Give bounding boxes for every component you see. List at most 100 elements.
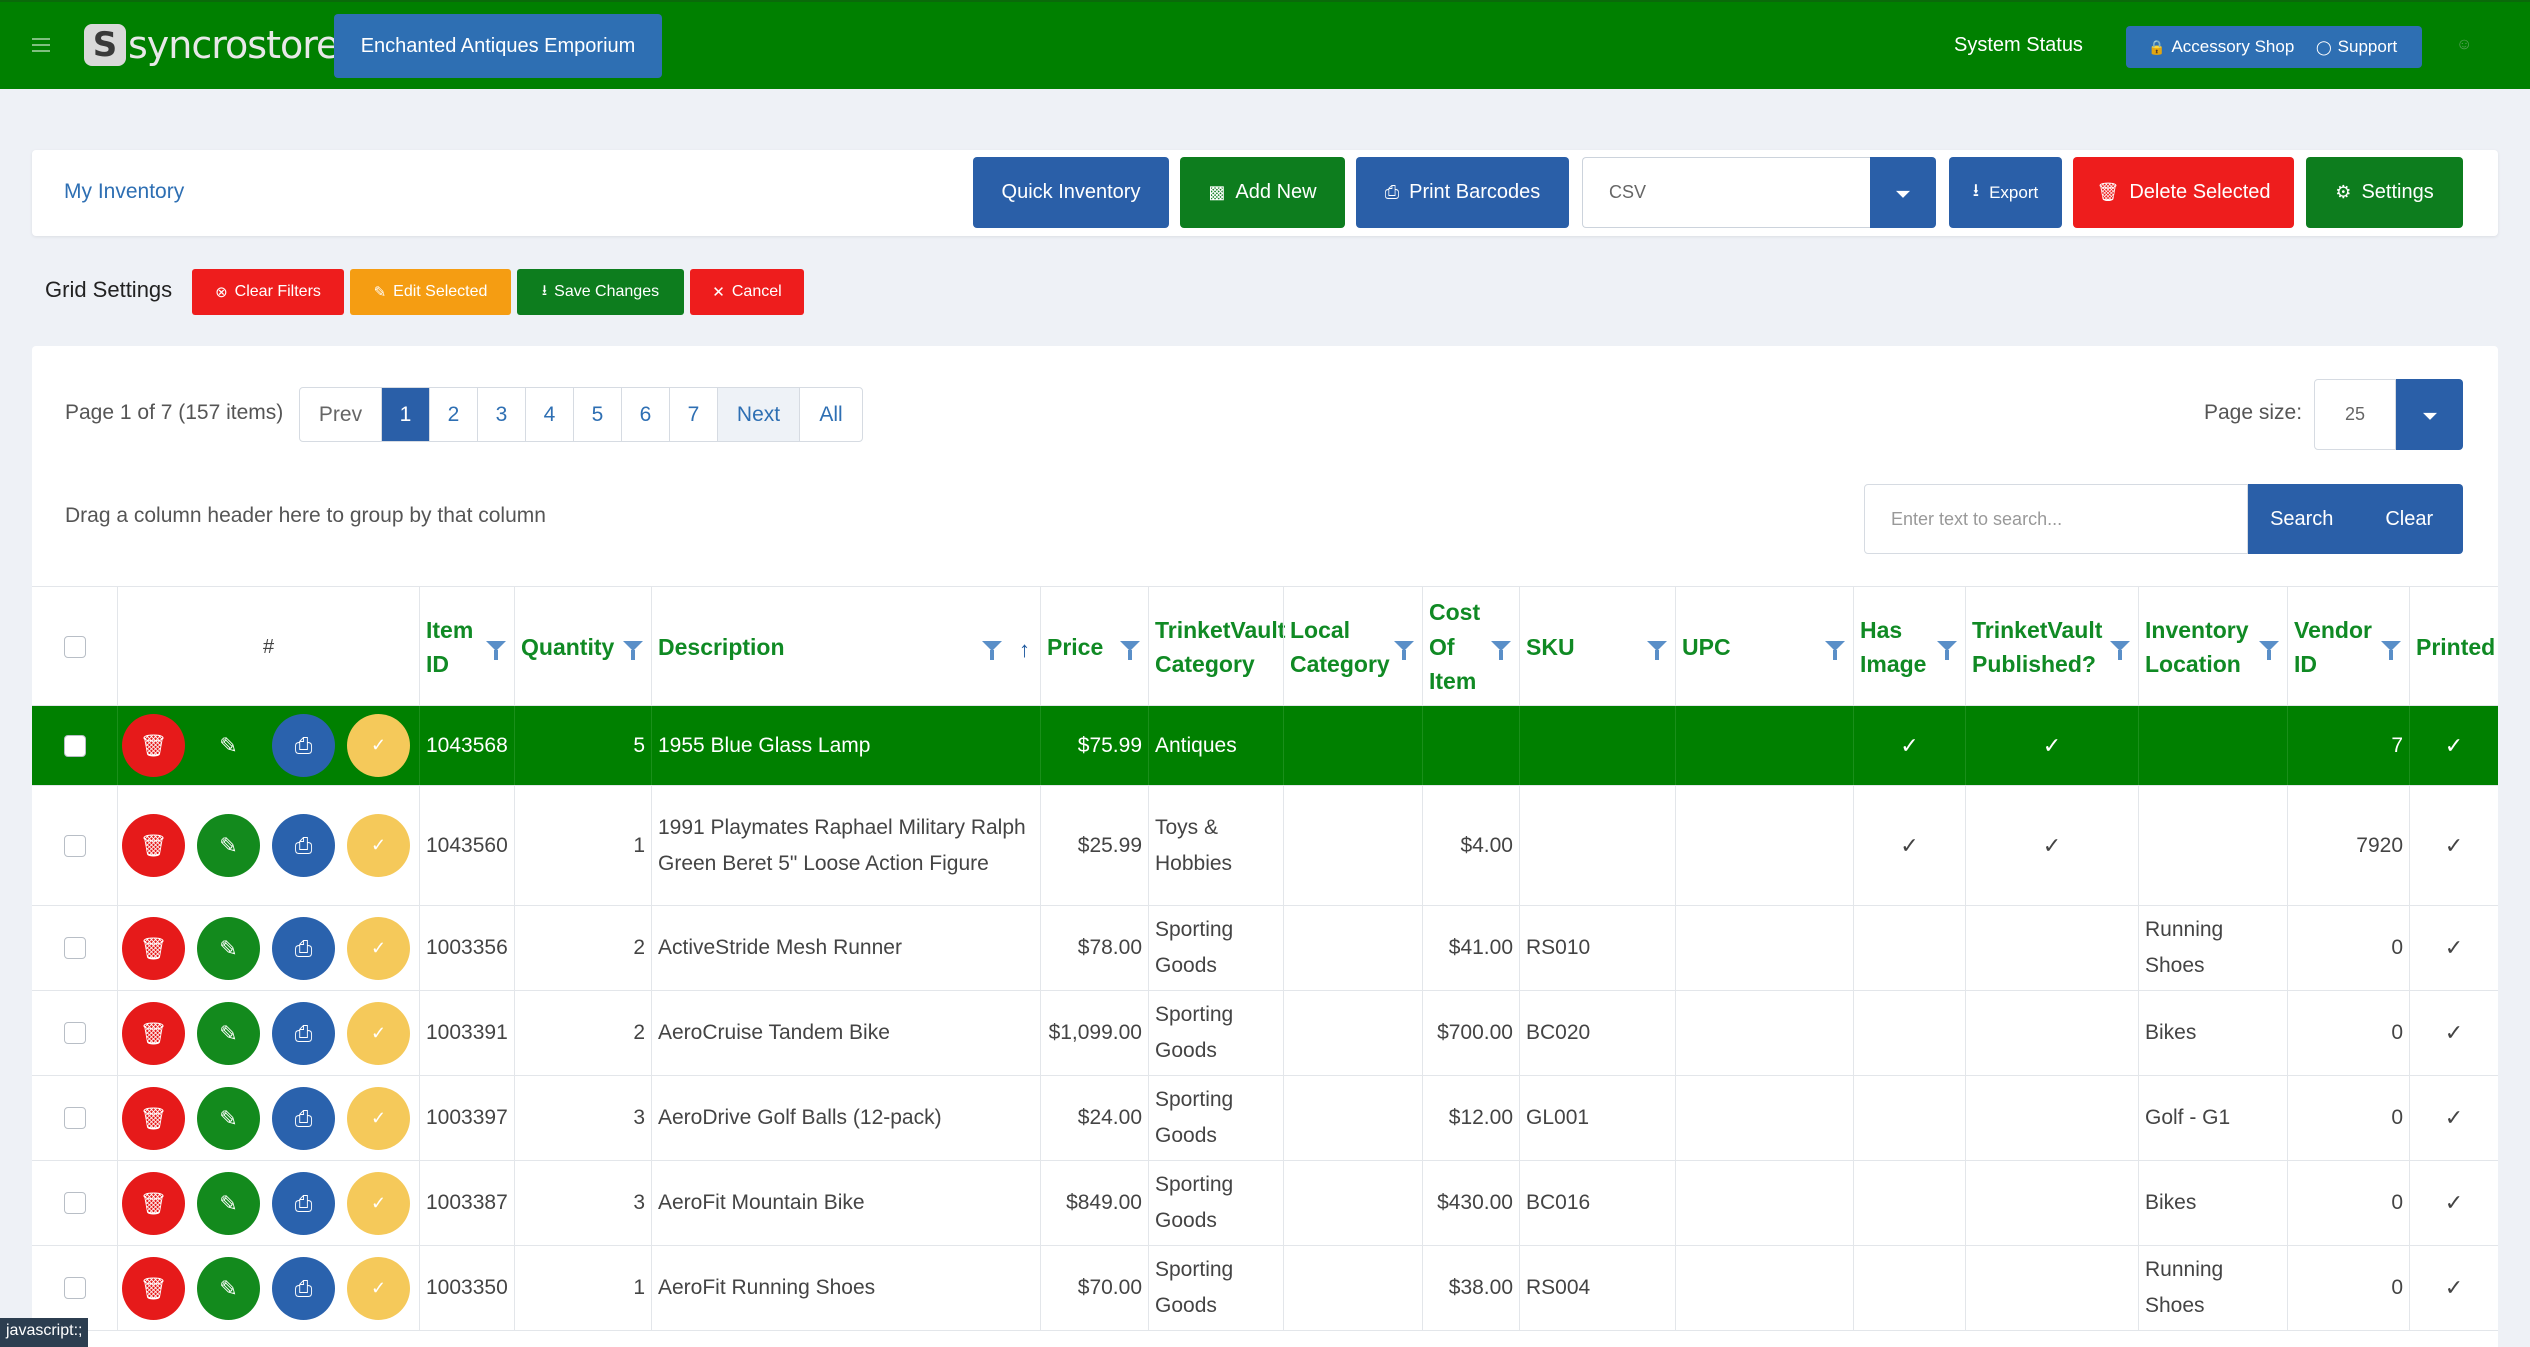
page-button-6[interactable]: 6 (622, 388, 670, 441)
row-edit-button[interactable]: ✎ (197, 714, 260, 777)
cancel-button[interactable]: ✕ Cancel (690, 269, 804, 315)
page-size-dropdown-button[interactable] (2396, 379, 2463, 450)
row-edit-button[interactable]: ✎ (197, 814, 260, 877)
filter-icon[interactable] (1937, 641, 1957, 660)
row-delete-button[interactable]: 🗑 (122, 1002, 185, 1065)
user-icon[interactable]: ☺ (2456, 36, 2472, 54)
row-confirm-button[interactable]: ✓ (347, 1087, 410, 1150)
filter-icon[interactable] (1491, 641, 1511, 660)
column-header-local-category[interactable]: Local Category (1283, 587, 1422, 707)
select-all-checkbox[interactable] (63, 636, 86, 658)
system-status-link[interactable]: System Status (1954, 34, 2083, 57)
filter-icon[interactable] (2110, 641, 2130, 660)
page-button-2[interactable]: 2 (430, 388, 478, 441)
save-changes-button[interactable]: ⭳ Save Changes (517, 269, 684, 315)
filter-icon[interactable] (1825, 641, 1845, 660)
row-confirm-button[interactable]: ✓ (347, 917, 410, 980)
column-header-cost[interactable]: Cost Of Item (1422, 587, 1519, 707)
table-row[interactable]: 🗑 ✎ ⎙ ✓ 1043560 1 1991 Playmates Raphael… (32, 786, 2498, 906)
row-delete-button[interactable]: 🗑 (122, 1257, 185, 1320)
row-confirm-button[interactable]: ✓ (347, 1002, 410, 1065)
row-print-button[interactable]: ⎙ (272, 814, 335, 877)
column-header-upc[interactable]: UPC (1675, 587, 1853, 707)
page-button-3[interactable]: 3 (478, 388, 526, 441)
column-header-inventory-location[interactable]: Inventory Location (2138, 587, 2287, 707)
filter-icon[interactable] (1394, 641, 1414, 660)
row-edit-button[interactable]: ✎ (197, 1087, 260, 1150)
prev-page-button[interactable]: Prev (300, 388, 382, 441)
edit-selected-button[interactable]: ✎ Edit Selected (350, 269, 511, 315)
row-confirm-button[interactable]: ✓ (347, 1172, 410, 1235)
row-print-button[interactable]: ⎙ (272, 917, 335, 980)
row-delete-button[interactable]: 🗑 (122, 1087, 185, 1150)
row-confirm-button[interactable]: ✓ (347, 1257, 410, 1320)
row-delete-button[interactable]: 🗑 (122, 1172, 185, 1235)
row-confirm-button[interactable]: ✓ (347, 714, 410, 777)
column-header-trinketvault-category[interactable]: TrinketVault Category (1148, 587, 1285, 707)
row-checkbox[interactable] (63, 1277, 86, 1299)
store-name-button[interactable]: Enchanted Antiques Emporium (334, 14, 662, 78)
logo[interactable]: S syncrostore (84, 22, 339, 68)
row-print-button[interactable]: ⎙ (272, 1257, 335, 1320)
row-checkbox[interactable] (63, 734, 86, 757)
column-header-quantity[interactable]: Quantity (514, 587, 651, 707)
column-header-item-id[interactable]: Item ID (419, 587, 514, 707)
support-button[interactable]: ◯ Support (2306, 26, 2397, 68)
table-row[interactable]: 🗑 ✎ ⎙ ✓ 1003356 2 ActiveStride Mesh Runn… (32, 906, 2498, 991)
delete-selected-button[interactable]: 🗑 Delete Selected (2073, 157, 2294, 228)
row-print-button[interactable]: ⎙ (272, 1172, 335, 1235)
column-header-description[interactable]: Description ↑ (651, 587, 1040, 707)
row-checkbox[interactable] (63, 1107, 86, 1129)
print-barcodes-button[interactable]: ⎙ Print Barcodes (1356, 157, 1569, 228)
table-row[interactable]: 🗑 ✎ ⎙ ✓ 1003397 3 AeroDrive Golf Balls (… (32, 1076, 2498, 1161)
row-checkbox[interactable] (63, 834, 86, 857)
search-button[interactable]: Search (2248, 484, 2356, 554)
row-checkbox[interactable] (63, 937, 86, 959)
column-header-sku[interactable]: SKU (1519, 587, 1675, 707)
search-input[interactable]: Enter text to search... (1864, 484, 2248, 554)
settings-button[interactable]: ⚙ Settings (2306, 157, 2463, 228)
filter-icon[interactable] (2381, 641, 2401, 660)
group-by-drop-zone[interactable]: Drag a column header here to group by th… (65, 504, 546, 528)
page-size-select[interactable]: 25 (2314, 379, 2396, 450)
column-header-printed[interactable]: Printed (2409, 587, 2498, 707)
page-button-4[interactable]: 4 (526, 388, 574, 441)
row-delete-button[interactable]: 🗑 (122, 814, 185, 877)
row-checkbox[interactable] (63, 1192, 86, 1214)
row-edit-button[interactable]: ✎ (197, 1002, 260, 1065)
column-header-vendor-id[interactable]: Vendor ID (2287, 587, 2409, 707)
column-header-trinketvault-published[interactable]: TrinketVault Published? (1965, 587, 2138, 707)
row-print-button[interactable]: ⎙ (272, 1087, 335, 1150)
filter-icon[interactable] (2259, 641, 2279, 660)
table-row[interactable]: 🗑 ✎ ⎙ ✓ 1043568 5 1955 Blue Glass Lamp $… (32, 706, 2498, 786)
next-page-button[interactable]: Next (718, 388, 800, 441)
page-button-7[interactable]: 7 (670, 388, 718, 441)
export-format-select[interactable]: CSV (1582, 157, 1870, 228)
page-button-5[interactable]: 5 (574, 388, 622, 441)
export-format-dropdown-button[interactable] (1870, 157, 1936, 228)
clear-search-button[interactable]: Clear (2356, 484, 2464, 554)
add-new-button[interactable]: ▩ Add New (1180, 157, 1345, 228)
row-delete-button[interactable]: 🗑 (122, 917, 185, 980)
export-button[interactable]: ⭳ Export (1949, 157, 2062, 228)
table-row[interactable]: 🗑 ✎ ⎙ ✓ 1003350 1 AeroFit Running Shoes … (32, 1246, 2498, 1331)
table-row[interactable]: 🗑 ✎ ⎙ ✓ 1003391 2 AeroCruise Tandem Bike… (32, 991, 2498, 1076)
filter-icon[interactable] (982, 641, 1002, 660)
sort-up-icon[interactable]: ↑ (1019, 633, 1030, 666)
filter-icon[interactable] (1647, 641, 1667, 660)
row-edit-button[interactable]: ✎ (197, 917, 260, 980)
quick-inventory-button[interactable]: Quick Inventory (973, 157, 1169, 228)
column-header-price[interactable]: Price (1040, 587, 1148, 707)
filter-icon[interactable] (486, 641, 506, 660)
row-edit-button[interactable]: ✎ (197, 1172, 260, 1235)
row-delete-button[interactable]: 🗑 (122, 714, 185, 777)
accessory-shop-button[interactable]: 🔒 Accessory Shop (2126, 26, 2306, 68)
row-print-button[interactable]: ⎙ (272, 714, 335, 777)
clear-filters-button[interactable]: ⊗ Clear Filters (192, 269, 344, 315)
all-pages-button[interactable]: All (800, 388, 862, 441)
row-edit-button[interactable]: ✎ (197, 1257, 260, 1320)
filter-icon[interactable] (623, 641, 643, 660)
row-print-button[interactable]: ⎙ (272, 1002, 335, 1065)
page-button-1[interactable]: 1 (382, 388, 430, 441)
filter-icon[interactable] (1120, 641, 1140, 660)
